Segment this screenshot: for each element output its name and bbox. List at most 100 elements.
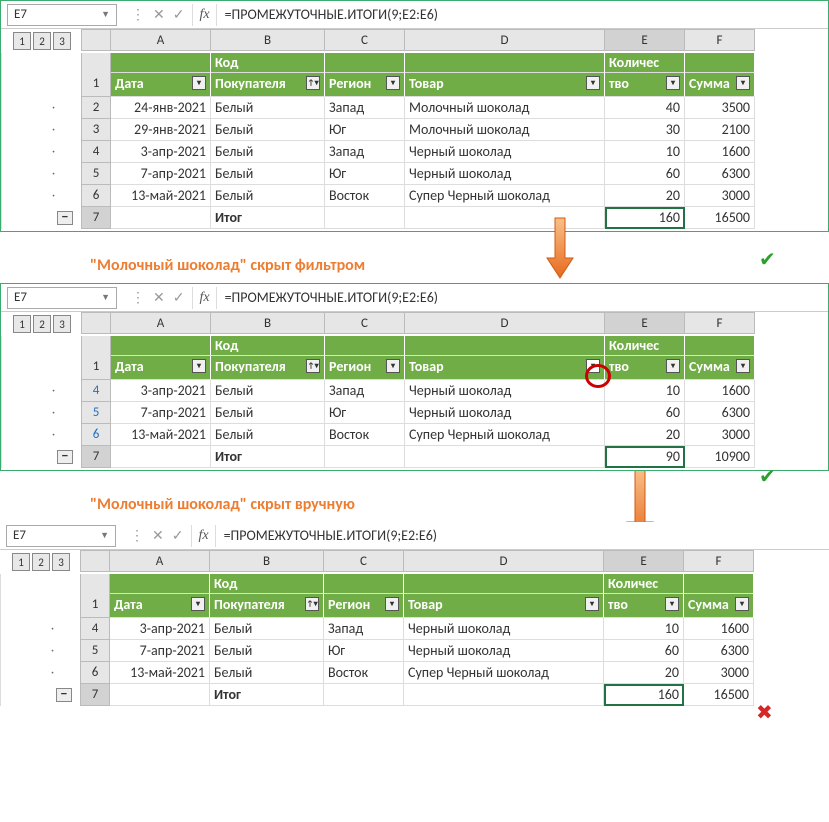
row-header[interactable]: 6: [81, 185, 111, 207]
cell-region[interactable]: Юг: [324, 640, 404, 662]
col-header-F[interactable]: F: [684, 550, 754, 572]
col-header-D[interactable]: D: [405, 312, 605, 334]
col-header-F[interactable]: F: [685, 312, 755, 334]
header-product[interactable]: Товар▾: [405, 73, 605, 97]
collapse-button[interactable]: −: [56, 688, 72, 702]
cell-date[interactable]: 7-апр-2021: [110, 640, 210, 662]
header-product[interactable]: Товар▾: [405, 356, 605, 380]
cell-buyer[interactable]: Белый: [210, 618, 324, 640]
fx-label[interactable]: fx: [192, 4, 216, 26]
fx-label[interactable]: fx: [191, 525, 215, 547]
cell-qty[interactable]: 60: [605, 402, 685, 424]
cell-region[interactable]: Юг: [325, 163, 405, 185]
chevron-down-icon[interactable]: ▼: [101, 292, 110, 303]
cell-region[interactable]: Запад: [325, 97, 405, 119]
cell-buyer[interactable]: Белый: [210, 662, 324, 684]
cancel-icon[interactable]: ✕: [153, 289, 165, 306]
col-header-C[interactable]: C: [324, 550, 404, 572]
cell-sum[interactable]: 1600: [684, 618, 754, 640]
cell-qty[interactable]: 10: [605, 380, 685, 402]
cell-buyer[interactable]: Белый: [211, 141, 325, 163]
total-qty[interactable]: 160: [605, 207, 685, 229]
cell-region[interactable]: Юг: [325, 402, 405, 424]
row-header-7[interactable]: 7: [81, 446, 111, 468]
col-header-E[interactable]: E: [605, 312, 685, 334]
header-date[interactable]: Дата▾: [110, 594, 210, 618]
row-header-7[interactable]: 7: [81, 207, 111, 229]
row-header[interactable]: 4: [81, 380, 111, 402]
cell-date[interactable]: 24-янв-2021: [111, 97, 211, 119]
row-header[interactable]: 2: [81, 97, 111, 119]
header-sum[interactable]: Сумма▾: [684, 594, 754, 618]
outline-level-buttons[interactable]: 123: [9, 29, 75, 53]
row-header[interactable]: 6: [81, 424, 111, 446]
cell-date[interactable]: 7-апр-2021: [111, 402, 211, 424]
cancel-icon[interactable]: ✕: [153, 6, 165, 23]
dots-icon[interactable]: ⋮: [131, 289, 145, 306]
collapse-button[interactable]: −: [57, 450, 73, 464]
cell-product[interactable]: Черный шоколад: [405, 402, 605, 424]
filter-icon[interactable]: ▾: [736, 359, 750, 373]
confirm-icon[interactable]: ✓: [173, 289, 185, 306]
confirm-icon[interactable]: ✓: [173, 6, 185, 23]
row-header[interactable]: 4: [80, 618, 110, 640]
filter-icon[interactable]: ▾: [735, 597, 749, 611]
select-all-corner[interactable]: [81, 312, 111, 334]
collapse-button[interactable]: −: [57, 211, 73, 225]
outline-level-buttons[interactable]: 123: [8, 550, 74, 574]
filter-sort-icon[interactable]: ↑▾: [305, 597, 319, 611]
header-buyer[interactable]: Покупателя↑▾: [211, 73, 325, 97]
cell-buyer[interactable]: Белый: [211, 380, 325, 402]
col-header-A[interactable]: A: [111, 29, 211, 51]
header-region[interactable]: Регион▾: [325, 356, 405, 380]
filter-sort-icon[interactable]: ↑▾: [306, 76, 320, 90]
cell-region[interactable]: Запад: [325, 141, 405, 163]
filter-sort-icon[interactable]: ↑▾: [306, 359, 320, 373]
cell-region[interactable]: Восток: [325, 424, 405, 446]
fx-label[interactable]: fx: [192, 287, 216, 309]
header-qty[interactable]: тво▾: [605, 356, 685, 380]
cell-product[interactable]: Молочный шоколад: [405, 97, 605, 119]
header-buyer[interactable]: Покупателя↑▾: [211, 356, 325, 380]
filter-icon[interactable]: ▾: [386, 76, 400, 90]
col-header-E[interactable]: E: [604, 550, 684, 572]
filter-icon[interactable]: ▾: [666, 359, 680, 373]
cell-date[interactable]: 3-апр-2021: [111, 380, 211, 402]
cell-sum[interactable]: 6300: [685, 402, 755, 424]
header-qty[interactable]: тво▾: [605, 73, 685, 97]
filter-icon[interactable]: ▾: [386, 359, 400, 373]
cell-date[interactable]: 13-май-2021: [111, 185, 211, 207]
name-box[interactable]: E7▼: [6, 525, 116, 547]
row-header[interactable]: 5: [80, 640, 110, 662]
cell-date[interactable]: 3-апр-2021: [110, 618, 210, 640]
dots-icon[interactable]: ⋮: [130, 527, 144, 544]
col-header-B[interactable]: B: [211, 29, 325, 51]
row-header[interactable]: 3: [81, 119, 111, 141]
filter-icon[interactable]: ▾: [665, 597, 679, 611]
filter-icon[interactable]: ▾: [586, 76, 600, 90]
cell-qty[interactable]: 20: [605, 424, 685, 446]
header-sum[interactable]: Сумма▾: [685, 356, 755, 380]
cell-sum[interactable]: 3000: [684, 662, 754, 684]
formula-input[interactable]: =ПРОМЕЖУТОЧНЫЕ.ИТОГИ(9;E2:E6): [217, 6, 438, 23]
cell-qty[interactable]: 60: [604, 640, 684, 662]
filter-icon[interactable]: ▾: [191, 597, 205, 611]
chevron-down-icon[interactable]: ▼: [101, 9, 110, 20]
cell-product[interactable]: Супер Черный шоколад: [405, 185, 605, 207]
confirm-icon[interactable]: ✓: [172, 527, 184, 544]
dots-icon[interactable]: ⋮: [131, 6, 145, 23]
filter-active-icon[interactable]: ▾: [586, 359, 600, 373]
col-header-C[interactable]: C: [325, 312, 405, 334]
cell-product[interactable]: Черный шоколад: [405, 141, 605, 163]
row-header[interactable]: 5: [81, 163, 111, 185]
cell-region[interactable]: Восток: [324, 662, 404, 684]
cell-region[interactable]: Запад: [325, 380, 405, 402]
cell-sum[interactable]: 6300: [685, 163, 755, 185]
cell-product[interactable]: Черный шоколад: [404, 640, 604, 662]
cell-buyer[interactable]: Белый: [211, 402, 325, 424]
filter-icon[interactable]: ▾: [385, 597, 399, 611]
header-qty[interactable]: тво▾: [604, 594, 684, 618]
cell-buyer[interactable]: Белый: [211, 119, 325, 141]
header-sum[interactable]: Сумма▾: [685, 73, 755, 97]
row-header[interactable]: 4: [81, 141, 111, 163]
